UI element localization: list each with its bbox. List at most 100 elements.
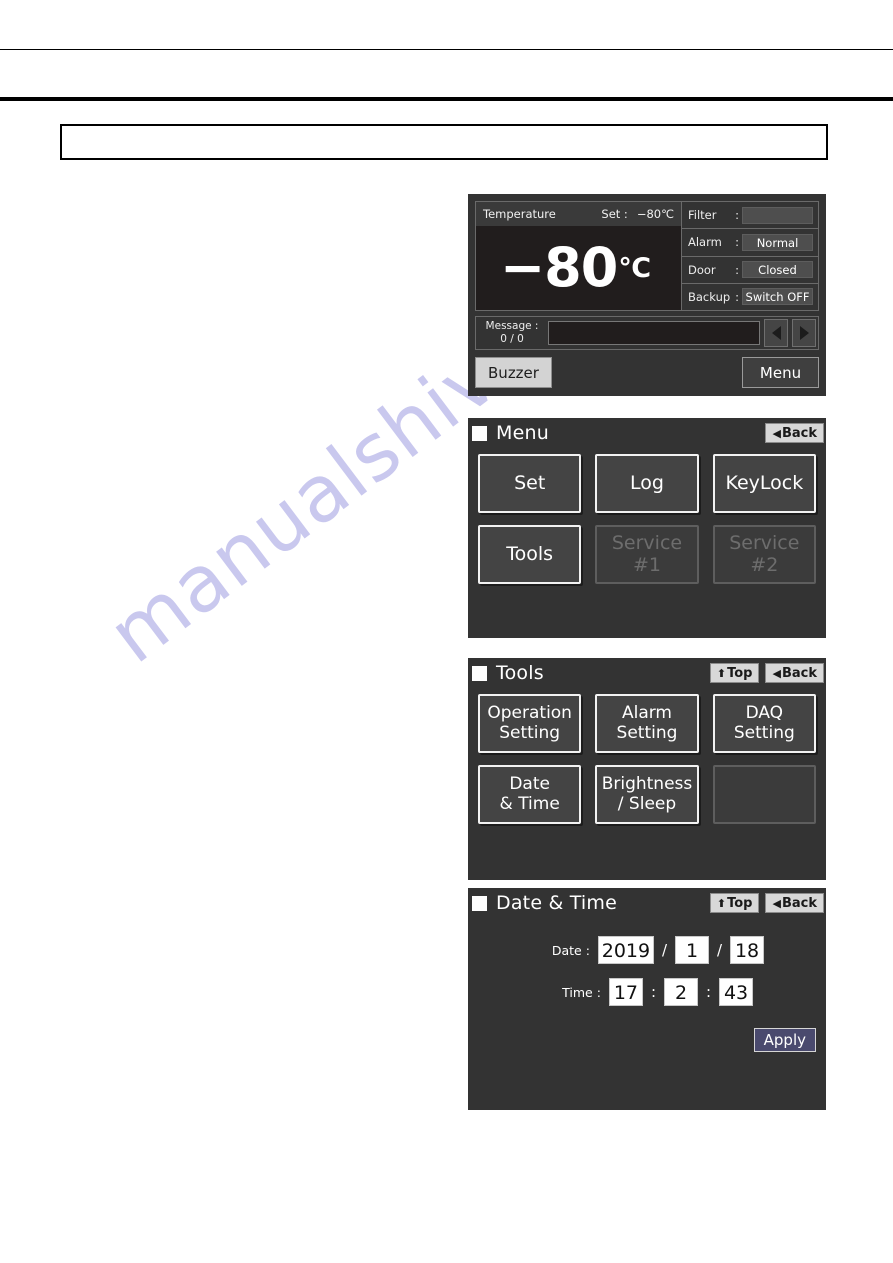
tools-tile-brightness-sleep[interactable]: Brightness / Sleep bbox=[595, 765, 699, 824]
message-label-block: Message : 0 / 0 bbox=[476, 317, 548, 349]
tools-tile-alarm-line2: Setting bbox=[616, 722, 678, 743]
status-value-backup: Switch OFF bbox=[742, 288, 813, 306]
message-bar: Message : 0 / 0 bbox=[475, 316, 819, 350]
home-top-grid: Temperature Set : −80℃ −80 ℃ Filter : Al… bbox=[475, 201, 819, 311]
tools-screen: Tools ⬆ Top ◀ Back Operation Setting Ala… bbox=[468, 658, 826, 880]
message-label: Message : bbox=[485, 319, 539, 332]
triangle-right-icon bbox=[799, 326, 809, 340]
menu-tile-keylock[interactable]: KeyLock bbox=[712, 454, 816, 513]
status-value-door: Closed bbox=[742, 261, 813, 279]
status-row-door: Door : Closed bbox=[682, 257, 818, 284]
menu-back-label: Back bbox=[781, 425, 817, 441]
status-value-alarm: Normal bbox=[742, 233, 813, 251]
time-separator-1: : bbox=[650, 983, 656, 1001]
temperature-unit: ℃ bbox=[618, 252, 652, 284]
triangle-left-icon bbox=[771, 326, 781, 340]
time-minute-field[interactable]: 2 bbox=[664, 978, 698, 1006]
menu-tile-service2: Service #2 bbox=[712, 525, 816, 584]
home-status-screen: Temperature Set : −80℃ −80 ℃ Filter : Al… bbox=[468, 194, 826, 396]
back-arrow-icon: ◀ bbox=[772, 426, 781, 440]
status-value-filter bbox=[742, 206, 813, 224]
status-row-filter: Filter : bbox=[682, 202, 818, 230]
menu-screen-header: Menu ◀ Back bbox=[468, 418, 826, 448]
temperature-value: −80 bbox=[499, 235, 618, 299]
message-next-button[interactable] bbox=[792, 319, 816, 347]
status-label-backup: Backup bbox=[688, 289, 731, 304]
tools-tile-brightness-line1: Brightness bbox=[601, 774, 693, 795]
status-colon-door: : bbox=[735, 262, 739, 277]
tools-back-button[interactable]: ◀ Back bbox=[765, 663, 824, 683]
screen-marker-icon bbox=[472, 665, 487, 681]
temperature-block: Temperature Set : −80℃ −80 ℃ bbox=[476, 202, 682, 310]
back-arrow-icon: ◀ bbox=[772, 666, 781, 680]
datetime-screen-title: Date & Time bbox=[496, 892, 618, 914]
temperature-readout: −80 ℃ bbox=[476, 226, 681, 310]
datetime-screen-header: Date & Time ⬆ Top ◀ Back bbox=[468, 888, 826, 918]
tools-tile-alarm-setting[interactable]: Alarm Setting bbox=[595, 694, 699, 753]
date-year-field[interactable]: 2019 bbox=[597, 936, 654, 964]
tools-tile-operation-line1: Operation bbox=[487, 703, 572, 724]
tools-tile-daq-setting[interactable]: DAQ Setting bbox=[712, 694, 816, 753]
menu-tile-service1: Service #1 bbox=[595, 525, 699, 584]
message-text-field[interactable] bbox=[548, 321, 760, 345]
time-label: Time : bbox=[562, 984, 601, 1000]
tools-tile-operation-line2: Setting bbox=[499, 722, 561, 743]
tools-tile-operation-setting[interactable]: Operation Setting bbox=[478, 694, 582, 753]
time-row: Time : 17 : 2 : 43 bbox=[468, 978, 826, 1006]
status-label-alarm: Alarm bbox=[688, 235, 722, 250]
status-colon-alarm: : bbox=[735, 235, 739, 250]
tools-tile-datetime-line1: Date bbox=[509, 774, 550, 795]
menu-tile-tools[interactable]: Tools bbox=[478, 525, 582, 584]
back-arrow-icon: ◀ bbox=[772, 896, 781, 910]
date-row: Date : 2019 / 1 / 18 bbox=[468, 936, 826, 964]
menu-tile-log[interactable]: Log bbox=[595, 454, 699, 513]
status-colon-filter: : bbox=[735, 208, 739, 223]
date-day-field[interactable]: 18 bbox=[730, 936, 765, 964]
apply-button[interactable]: Apply bbox=[753, 1028, 816, 1052]
setpoint-label: Set : bbox=[601, 207, 628, 221]
date-separator-2: / bbox=[717, 941, 723, 959]
tools-back-label: Back bbox=[781, 665, 817, 681]
tools-tile-daq-line1: DAQ bbox=[745, 703, 784, 724]
tools-tile-alarm-line1: Alarm bbox=[621, 703, 672, 724]
status-label-filter: Filter bbox=[688, 208, 717, 223]
message-prev-button[interactable] bbox=[764, 319, 788, 347]
datetime-back-label: Back bbox=[781, 895, 817, 911]
screen-marker-icon bbox=[472, 895, 487, 911]
menu-screen: Menu ◀ Back Set Log KeyLock Tools Servic… bbox=[468, 418, 826, 638]
tools-tile-daq-line2: Setting bbox=[733, 722, 795, 743]
date-label: Date : bbox=[551, 942, 590, 958]
setpoint-value: −80℃ bbox=[636, 207, 674, 221]
menu-back-button[interactable]: ◀ Back bbox=[765, 423, 824, 443]
tools-screen-header: Tools ⬆ Top ◀ Back bbox=[468, 658, 826, 688]
tools-top-button[interactable]: ⬆ Top bbox=[709, 663, 760, 683]
top-arrow-icon: ⬆ bbox=[716, 896, 727, 910]
header-title-box bbox=[60, 124, 828, 160]
menu-screen-title: Menu bbox=[496, 422, 549, 444]
datetime-top-label: Top bbox=[727, 895, 753, 911]
time-hour-field[interactable]: 17 bbox=[608, 978, 643, 1006]
datetime-top-button[interactable]: ⬆ Top bbox=[709, 893, 760, 913]
date-month-field[interactable]: 1 bbox=[675, 936, 709, 964]
message-count: 0 / 0 bbox=[500, 333, 524, 345]
buzzer-button[interactable]: Buzzer bbox=[475, 357, 552, 388]
status-colon-backup: : bbox=[735, 289, 739, 304]
setpoint-group: Set : −80℃ bbox=[601, 207, 674, 221]
apply-row: Apply bbox=[468, 1028, 826, 1052]
time-separator-2: : bbox=[706, 983, 712, 1001]
datetime-back-button[interactable]: ◀ Back bbox=[765, 893, 824, 913]
tools-tile-empty bbox=[712, 765, 816, 824]
tools-tile-date-time[interactable]: Date & Time bbox=[478, 765, 582, 824]
menu-button[interactable]: Menu bbox=[742, 357, 819, 388]
time-second-field[interactable]: 43 bbox=[719, 978, 754, 1006]
status-row-alarm: Alarm : Normal bbox=[682, 229, 818, 257]
status-label-door: Door bbox=[688, 262, 716, 277]
menu-tile-grid: Set Log KeyLock Tools Service #1 Service… bbox=[468, 448, 826, 584]
status-list: Filter : Alarm : Normal Door : Closed Ba… bbox=[682, 202, 818, 310]
header-rule-bottom bbox=[0, 97, 893, 101]
screen-marker-icon bbox=[472, 425, 487, 441]
menu-tile-set[interactable]: Set bbox=[478, 454, 582, 513]
tools-tile-grid: Operation Setting Alarm Setting DAQ Sett… bbox=[468, 688, 826, 824]
tools-tile-datetime-line2: & Time bbox=[499, 793, 560, 814]
temperature-label: Temperature bbox=[483, 207, 556, 221]
